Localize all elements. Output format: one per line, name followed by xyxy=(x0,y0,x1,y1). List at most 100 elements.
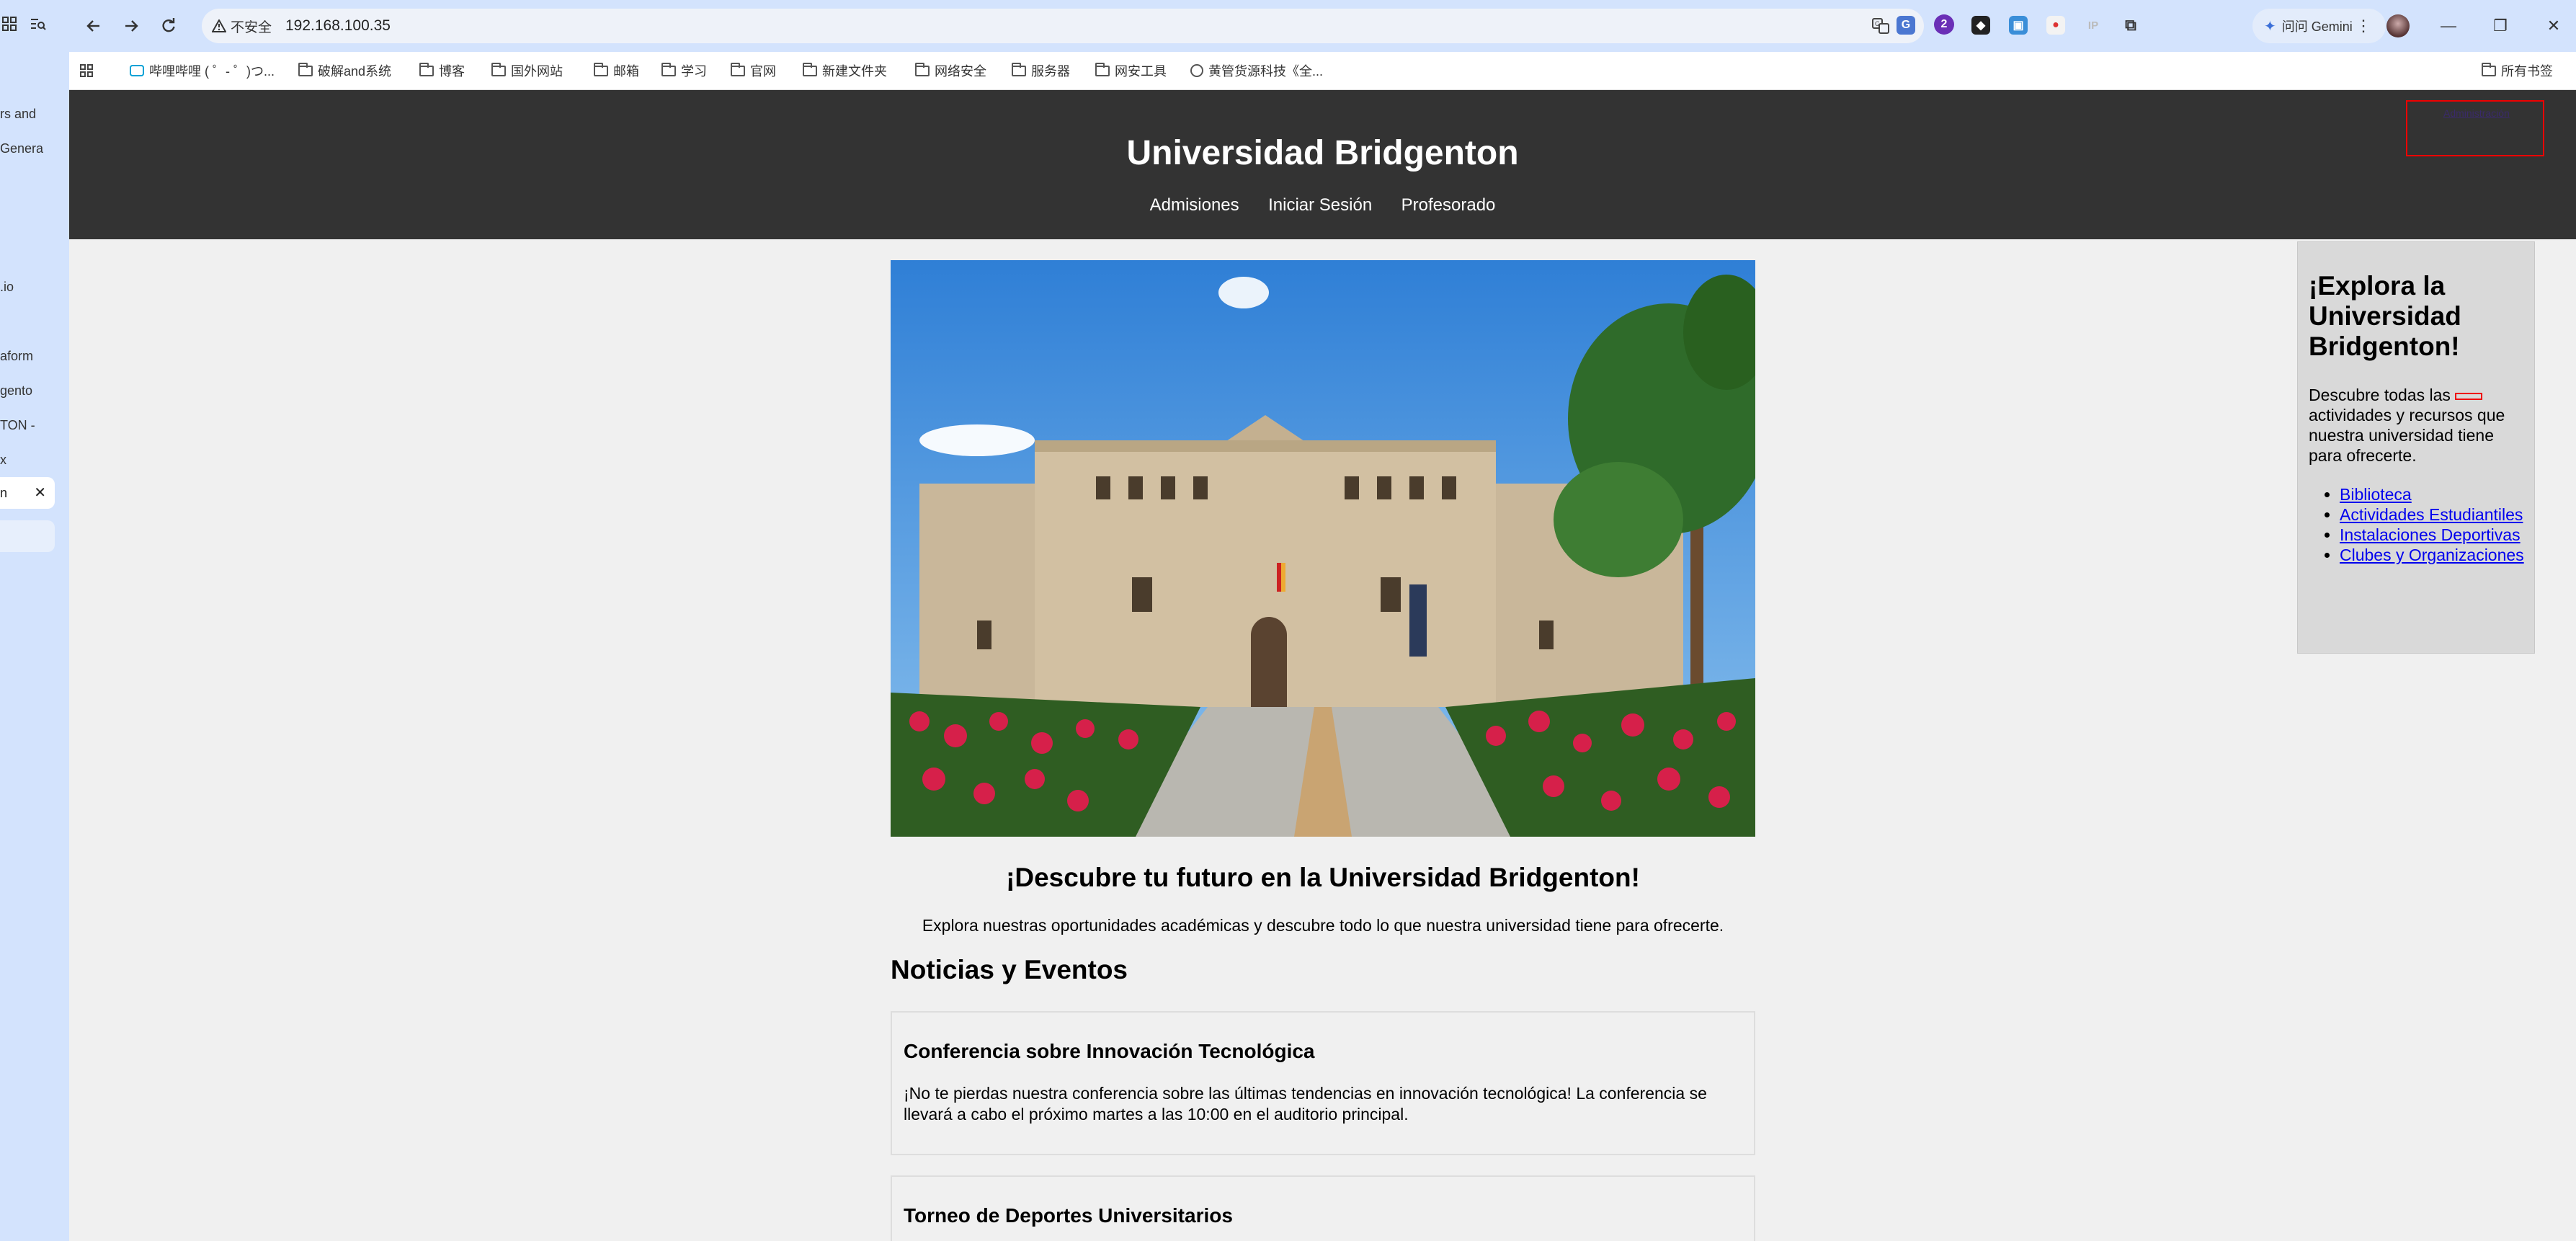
extension-translate-icon[interactable]: G xyxy=(1897,16,1915,35)
active-tab-label: n xyxy=(0,486,8,500)
news-card-title: Torneo de Deportes Universitarios xyxy=(904,1204,1233,1227)
bookmark-label: 邮箱 xyxy=(613,64,639,79)
nav-link-profesorado[interactable]: Profesorado xyxy=(1401,195,1496,215)
all-bookmarks-folder[interactable]: 所有书签 xyxy=(2482,61,2553,81)
bookmark-bilibili[interactable]: 哔哩哔哩 ( ゜- ゜)つ... xyxy=(130,61,275,81)
gemini-label: 问问 Gemini xyxy=(2281,19,2353,34)
security-label: 不安全 xyxy=(231,19,272,35)
tab-grid-icon[interactable] xyxy=(0,14,19,33)
site-title: Universidad Bridgenton xyxy=(1126,134,1519,172)
link-actividades[interactable]: Actividades Estudiantiles xyxy=(2340,505,2523,524)
link-clubes[interactable]: Clubes y Organizaciones xyxy=(2340,546,2524,564)
hero-image xyxy=(891,260,1755,837)
bookmark-folder[interactable]: 服务器 xyxy=(1012,61,1070,81)
folder-icon xyxy=(1012,62,1026,76)
apps-grid-icon[interactable] xyxy=(79,61,94,81)
bookmark-label: 破解and系统 xyxy=(318,64,392,79)
sidebar-tab[interactable]: x xyxy=(0,445,66,474)
bookmark-folder[interactable]: 破解and系统 xyxy=(298,61,391,81)
list-item: Clubes y Organizaciones xyxy=(2340,545,2527,565)
nav-link-iniciar-sesion[interactable]: Iniciar Sesión xyxy=(1268,195,1372,215)
bookmark-folder[interactable]: 博客 xyxy=(419,61,465,81)
sidebar-tab[interactable]: Genera xyxy=(0,134,66,163)
folder-icon xyxy=(594,62,608,76)
folder-icon xyxy=(731,62,745,76)
gemini-sparkle-icon: ✦ xyxy=(2264,18,2276,35)
sidebar-tab[interactable]: TON - xyxy=(0,411,66,440)
bookmarks-bar: 哔哩哔哩 ( ゜- ゜)つ... 破解and系统 博客 国外网站 邮箱 学习 官… xyxy=(69,52,2576,90)
explore-sidebar: ¡Explora la Universidad Bridgenton! Desc… xyxy=(2297,241,2535,654)
minimize-icon[interactable]: — xyxy=(2435,13,2461,39)
bookmark-label: 网络安全 xyxy=(935,64,986,79)
news-card-title: Conferencia sobre Innovación Tecnológica xyxy=(904,1040,1315,1062)
folder-icon xyxy=(2482,62,2496,76)
bookmark-folder[interactable]: 学习 xyxy=(661,61,707,81)
news-section-title: Noticias y Eventos xyxy=(891,955,1128,984)
bookmark-label: 官网 xyxy=(750,64,776,79)
bookmark-label: 所有书签 xyxy=(2501,64,2553,79)
news-card-body: ¡No te pierdas nuestra conferencia sobre… xyxy=(904,1084,1707,1124)
close-window-icon[interactable]: ✕ xyxy=(2541,13,2567,39)
folder-icon xyxy=(803,62,817,76)
profile-avatar[interactable] xyxy=(2386,14,2410,37)
hidden-admin-link[interactable]: Administración xyxy=(2443,107,2510,119)
warning-icon xyxy=(212,19,226,32)
highlight-box: Administración xyxy=(2406,100,2544,156)
link-biblioteca[interactable]: Biblioteca xyxy=(2340,485,2412,504)
bookmark-folder[interactable]: 新建文件夹 xyxy=(803,61,887,81)
menu-kebab-icon[interactable]: ⋮ xyxy=(2350,13,2376,39)
link-instalaciones[interactable]: Instalaciones Deportivas xyxy=(2340,525,2521,544)
bookmark-folder[interactable]: 网络安全 xyxy=(915,61,986,81)
site-nav: Admisiones Iniciar Sesión Profesorado xyxy=(69,195,2576,215)
globe-icon xyxy=(1190,64,1203,77)
sidebar-tab[interactable]: .io xyxy=(0,272,66,301)
bookmark-folder[interactable]: 邮箱 xyxy=(594,61,639,81)
browser-toolbar: 不安全 192.168.100.35 G ☆ G 2 ◆ ▣ ● IP ⧉ ✦ … xyxy=(69,0,2576,52)
explore-title: ¡Explora la Universidad Bridgenton! xyxy=(2309,271,2461,361)
bookmark-label: 网安工具 xyxy=(1115,64,1167,79)
news-card: Torneo de Deportes Universitarios xyxy=(891,1175,1755,1241)
list-item: Biblioteca xyxy=(2340,484,2527,504)
forward-icon[interactable] xyxy=(118,13,144,39)
extension-badge-icon[interactable]: 2 xyxy=(1934,14,1954,35)
bookmark-folder[interactable]: 国外网站 xyxy=(491,61,563,81)
bookmark-label: 黄管货源科技《全... xyxy=(1208,64,1324,79)
reload-icon[interactable] xyxy=(156,13,182,39)
extension-badge-count: 2 xyxy=(1940,18,1948,30)
nav-link-admisiones[interactable]: Admisiones xyxy=(1150,195,1239,215)
close-tab-icon[interactable]: ✕ xyxy=(34,477,46,509)
bookmark-folder[interactable]: 网安工具 xyxy=(1095,61,1167,81)
extensions-puzzle-icon[interactable]: ⧉ xyxy=(2121,16,2140,35)
sidebar-tab[interactable]: gento xyxy=(0,376,66,405)
news-card: Conferencia sobre Innovación Tecnológica… xyxy=(891,1011,1755,1155)
folder-icon xyxy=(915,62,930,76)
tab-search-icon[interactable] xyxy=(29,14,48,33)
url-text[interactable]: 192.168.100.35 xyxy=(285,17,391,35)
new-tab-slot[interactable] xyxy=(0,520,55,552)
security-indicator[interactable]: 不安全 xyxy=(212,16,272,36)
restore-icon[interactable]: ❐ xyxy=(2487,13,2513,39)
back-icon[interactable] xyxy=(81,13,107,39)
bilibili-icon xyxy=(130,65,144,76)
extension-dark-icon[interactable]: ◆ xyxy=(1971,16,1990,35)
vertical-tab-strip: rs and Genera .io aform gento TON - x n … xyxy=(0,0,69,1241)
bookmark-folder[interactable]: 官网 xyxy=(731,61,776,81)
folder-icon xyxy=(1095,62,1110,76)
folder-icon xyxy=(298,62,313,76)
extension-screenshot-icon[interactable]: ▣ xyxy=(2009,16,2028,35)
address-bar[interactable]: 不安全 192.168.100.35 G ☆ xyxy=(202,9,1924,43)
sidebar-tab[interactable]: rs and xyxy=(0,99,66,128)
bookmark-label: 国外网站 xyxy=(511,64,563,79)
bookmark-label: 哔哩哔哩 ( ゜- ゜)つ... xyxy=(149,64,275,79)
sidebar-tab[interactable]: aform xyxy=(0,342,66,370)
page-tagline: Explora nuestras oportunidades académica… xyxy=(922,916,1724,935)
explore-link-list: Biblioteca Actividades Estudiantiles Ins… xyxy=(2340,484,2527,565)
folder-icon xyxy=(661,62,676,76)
sidebar-tab-active[interactable]: n ✕ xyxy=(0,477,55,509)
folder-icon xyxy=(491,62,506,76)
svg-text:G: G xyxy=(1875,20,1880,27)
translate-icon[interactable]: G xyxy=(1871,16,1891,36)
extension-ip-icon[interactable]: IP xyxy=(2084,16,2103,35)
bookmark-site[interactable]: 黄管货源科技《全... xyxy=(1190,61,1323,81)
extension-red-icon[interactable]: ● xyxy=(2046,16,2065,35)
